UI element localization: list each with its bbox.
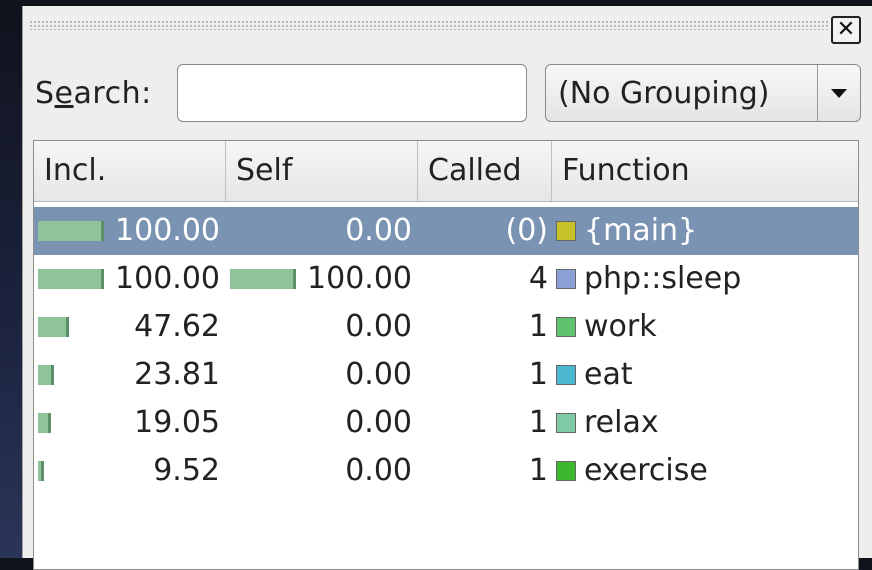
function-color-swatch (556, 365, 576, 385)
column-header-function[interactable]: Function (552, 141, 858, 201)
called-count: 1 (528, 357, 548, 392)
called-count: 1 (528, 309, 548, 344)
table-header: Incl. Self Called Function (34, 141, 858, 202)
function-color-swatch (556, 317, 576, 337)
called-count: (0) (505, 213, 549, 248)
table-row[interactable]: 100.00 0.00 (0) {main} (34, 207, 858, 255)
incl-cost-value: 9.52 (153, 453, 220, 488)
function-color-swatch (556, 413, 576, 433)
function-name: eat (584, 357, 633, 392)
called-count: 4 (528, 261, 548, 296)
chevron-down-icon (831, 88, 847, 98)
column-header-called[interactable]: Called (418, 141, 552, 201)
table-row[interactable]: 9.52 0.00 1 exercise (34, 447, 858, 495)
function-list-panel: ✕ Search: (No Grouping) Incl. Self Calle… (22, 6, 872, 570)
column-header-incl[interactable]: Incl. (34, 141, 226, 201)
close-icon: ✕ (836, 17, 856, 42)
incl-cost-value: 100.00 (115, 261, 220, 296)
function-name: {main} (584, 213, 698, 248)
grouping-dropdown[interactable]: (No Grouping) (545, 64, 861, 122)
function-table: Incl. Self Called Function 100.00 0.00 (0)… (33, 140, 859, 570)
self-cost-value: 0.00 (345, 213, 412, 248)
self-cost-value: 0.00 (345, 405, 412, 440)
column-header-self[interactable]: Self (226, 141, 418, 201)
search-label: Search: (35, 76, 152, 111)
dropdown-arrow-button[interactable] (817, 65, 860, 121)
function-color-swatch (556, 221, 576, 241)
function-name: exercise (584, 453, 708, 488)
function-color-swatch (556, 269, 576, 289)
search-input[interactable] (177, 64, 527, 122)
function-name: php::sleep (584, 261, 742, 296)
table-row[interactable]: 19.05 0.00 1 relax (34, 399, 858, 447)
self-cost-value: 100.00 (307, 261, 412, 296)
incl-cost-value: 19.05 (134, 405, 220, 440)
table-row[interactable]: 47.62 0.00 1 work (34, 303, 858, 351)
incl-cost-value: 47.62 (134, 309, 220, 344)
close-button[interactable]: ✕ (831, 16, 861, 44)
incl-cost-value: 100.00 (115, 213, 220, 248)
self-cost-value: 0.00 (345, 453, 412, 488)
function-name: relax (584, 405, 659, 440)
self-cost-value: 0.00 (345, 357, 412, 392)
function-color-swatch (556, 461, 576, 481)
self-cost-value: 0.00 (345, 309, 412, 344)
table-row[interactable]: 23.81 0.00 1 eat (34, 351, 858, 399)
called-count: 1 (528, 405, 548, 440)
incl-cost-value: 23.81 (134, 357, 220, 392)
dock-grip-handle[interactable] (29, 20, 829, 30)
grouping-selected-value: (No Grouping) (558, 75, 770, 111)
called-count: 1 (528, 453, 548, 488)
function-name: work (584, 309, 657, 344)
table-row[interactable]: 100.00 100.00 4 php::sleep (34, 255, 858, 303)
